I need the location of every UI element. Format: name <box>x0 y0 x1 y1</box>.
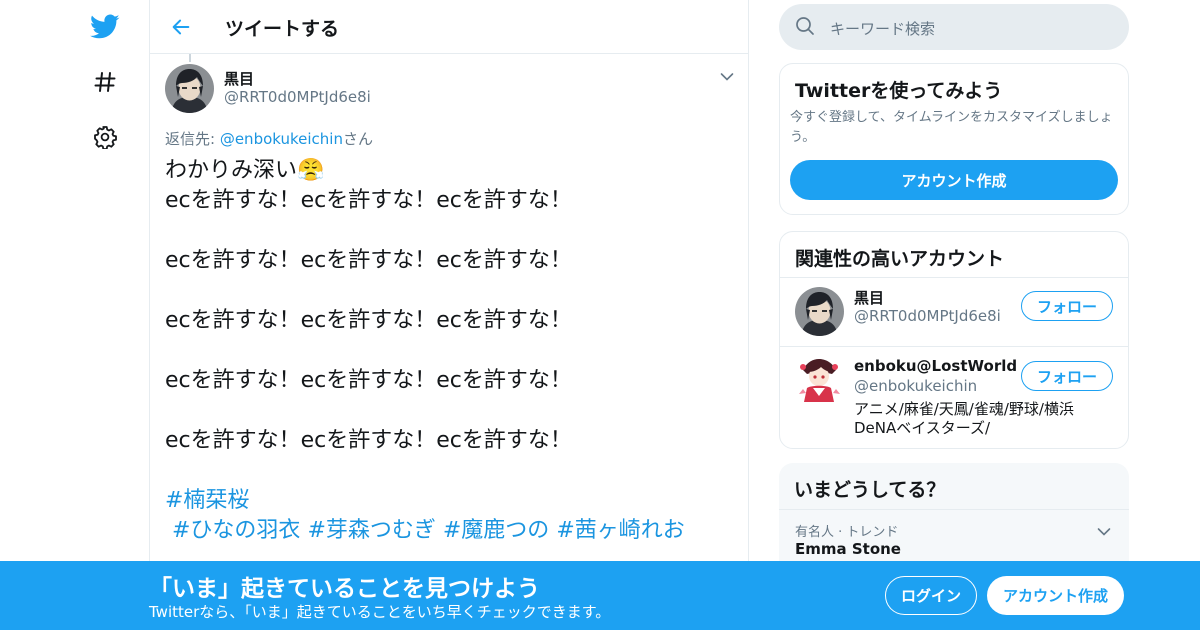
column-header: ツイートする <box>150 0 748 54</box>
search-box[interactable]: キーワード検索 <box>779 4 1129 50</box>
reply-handle-link[interactable]: @enbokukeichin <box>220 130 343 148</box>
reply-prefix: 返信先: <box>165 130 220 148</box>
follow-button[interactable]: フォロー <box>1021 361 1113 391</box>
search-icon <box>795 16 815 40</box>
trend-name[interactable]: Emma Stone <box>795 540 901 558</box>
account-name[interactable]: enboku@LostWorld <box>854 357 1017 375</box>
account-handle[interactable]: @enbokukeichin <box>854 377 977 395</box>
trend-meta: 有名人 · トレンド <box>795 525 899 540</box>
tweet-line: わかりみ深い😤 <box>165 156 735 186</box>
tweet-line: ecを許すな！ecを許すな！ecを許すな！ <box>165 248 572 273</box>
banner-subtitle: Twitterなら、「いま」起きていることをいち早くチェックできます。 <box>149 603 611 621</box>
left-nav <box>0 0 150 630</box>
related-title: 関連性の高いアカウント <box>795 248 1005 270</box>
tweet-line: ecを許すな！ecを許すな！ecを許すな！ <box>165 428 572 453</box>
account-avatar[interactable] <box>795 287 844 336</box>
tweet-line: ecを許すな！ecを許すな！ecを許すな！ <box>165 188 572 213</box>
trends-title: いまどうしてる？ <box>794 479 946 501</box>
back-arrow-icon[interactable] <box>166 12 196 42</box>
banner-title: 「いま」起きていることを見つけよう <box>149 576 540 602</box>
hashtag-link[interactable]: #茜ヶ崎れお <box>556 518 684 543</box>
reply-to-line: 返信先: @enbokukeichinさん <box>165 128 373 149</box>
follow-button[interactable]: フォロー <box>1021 291 1113 321</box>
signup-banner: 「いま」起きていることを見つけよう Twitterなら、「いま」起きていることを… <box>0 561 1200 630</box>
tweet-line: ecを許すな！ecを許すな！ecを許すな！ <box>165 308 572 333</box>
account-handle[interactable]: @RRT0d0MPtJd6e8i <box>854 307 1001 325</box>
author-handle[interactable]: @RRT0d0MPtJd6e8i <box>224 88 371 106</box>
try-card-description: 今すぐ登録して、タイムラインをカスタマイズしましょう。 <box>790 110 1113 145</box>
hashtag-link[interactable]: #ひなの羽衣 <box>172 518 300 543</box>
gear-icon[interactable] <box>85 117 125 157</box>
hashtag-link[interactable]: #魔鹿つの <box>443 518 549 543</box>
hashtag-link[interactable]: #楠栞桜 <box>165 488 249 513</box>
signup-button[interactable]: アカウント作成 <box>987 576 1124 615</box>
tweet-text: わかりみ深い😤 ecを許すな！ecを許すな！ecを許すな！ ecを許すな！ecを… <box>165 156 735 546</box>
try-twitter-card: Twitterを使ってみよう 今すぐ登録して、タイムラインをカスタマイズしましょ… <box>779 63 1129 215</box>
tweet-line: ecを許すな！ecを許すな！ecを許すな！ <box>165 368 572 393</box>
thread-connector <box>189 54 191 62</box>
page-title: ツイートする <box>225 18 340 40</box>
account-bio: アニメ/麻雀/天鳳/雀魂/野球/横浜DeNAベイスターズ/ <box>854 400 1074 437</box>
author-name[interactable]: 黒目 <box>224 68 254 89</box>
tweet-first-line-text: わかりみ深い <box>165 158 298 183</box>
tweet-column: ツイートする 黒目 @RRT0d0MPtJd6e8i 返信先: @enbokuk… <box>149 0 749 630</box>
divider <box>779 509 1129 510</box>
angry-face-emoji-icon: 😤 <box>297 158 325 183</box>
divider <box>780 277 1128 278</box>
reply-suffix: さん <box>342 130 373 148</box>
hashtag-link[interactable]: #芽森つむぎ <box>307 518 435 543</box>
search-placeholder: キーワード検索 <box>830 20 936 38</box>
author-avatar[interactable] <box>165 64 214 113</box>
page: ツイートする 黒目 @RRT0d0MPtJd6e8i 返信先: @enbokuk… <box>0 0 1200 630</box>
try-card-title: Twitterを使ってみよう <box>795 80 1003 102</box>
hashtag-line: #楠栞桜 <box>165 486 735 516</box>
twitter-bird-icon[interactable] <box>85 7 125 47</box>
create-account-button[interactable]: アカウント作成 <box>790 160 1118 200</box>
account-avatar[interactable] <box>795 356 844 405</box>
divider <box>780 346 1128 347</box>
chevron-down-icon[interactable] <box>1097 522 1113 536</box>
chevron-down-icon[interactable] <box>716 66 738 88</box>
related-accounts-card: 関連性の高いアカウント 黒目 @RRT0d0MPtJd6e8i フォロー enb… <box>779 231 1129 449</box>
hashtag-icon[interactable] <box>85 62 125 102</box>
login-button[interactable]: ログイン <box>885 576 977 615</box>
account-name[interactable]: 黒目 <box>854 287 884 308</box>
hashtag-line: #ひなの羽衣 #芽森つむぎ #魔鹿つの #茜ヶ崎れお <box>165 516 735 546</box>
